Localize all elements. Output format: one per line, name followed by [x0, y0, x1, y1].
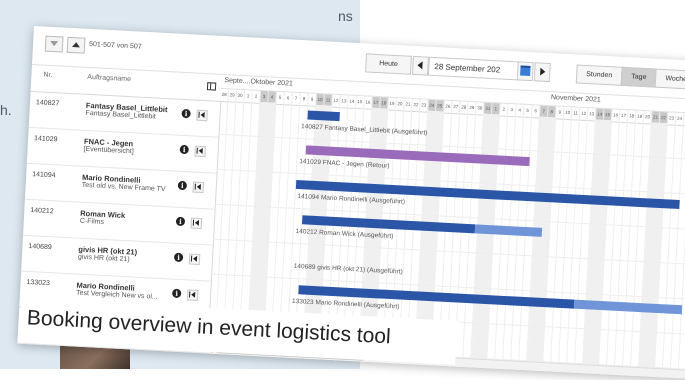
view-weeks-button[interactable]: Wochen: [654, 68, 685, 90]
view-switch: Stunden Tage Wochen: [575, 64, 685, 90]
view-hours-button[interactable]: Stunden: [575, 64, 623, 86]
jump-to-start-icon[interactable]: [196, 109, 208, 122]
jump-to-start-icon[interactable]: [190, 217, 203, 230]
timeline-month-label: Septe....Oktober 2021: [224, 77, 293, 88]
info-icon[interactable]: i: [179, 144, 189, 155]
chevron-right-icon: [540, 67, 546, 76]
row-nr: 141094: [32, 171, 56, 180]
calendar-icon: [520, 65, 531, 77]
info-icon[interactable]: i: [171, 288, 182, 299]
next-button[interactable]: [533, 62, 551, 83]
jump-to-start-icon[interactable]: [192, 181, 205, 194]
timeline-month-label: November 2021: [550, 94, 601, 104]
sort-desc-button[interactable]: [44, 35, 64, 53]
jump-to-start-icon[interactable]: [188, 253, 201, 266]
column-header-name[interactable]: Auftragsname: [87, 74, 131, 83]
chevron-left-icon: [417, 61, 423, 70]
row-subtitle: givis HR (okt 21): [77, 253, 130, 264]
row-nr: 133023: [26, 278, 51, 288]
jump-to-start-icon[interactable]: [194, 145, 206, 158]
previous-button[interactable]: [411, 55, 429, 76]
row-subtitle: [Eventübersicht]: [83, 145, 134, 156]
today-button[interactable]: Heute: [365, 53, 412, 75]
row-subtitle: Test Vergleich New vs ol...: [75, 289, 158, 301]
chevron-down-icon: [49, 40, 59, 47]
booking-bar[interactable]: [307, 110, 340, 122]
row-nr: 141029: [33, 135, 58, 144]
calendar-button[interactable]: [516, 61, 534, 82]
info-icon[interactable]: i: [175, 216, 186, 227]
background-text-fragment: h.: [0, 102, 12, 118]
columns-toggle-icon[interactable]: [206, 82, 217, 91]
jump-to-start-icon[interactable]: [186, 289, 199, 301]
row-nr: 140689: [28, 243, 52, 252]
row-nr: 140212: [30, 207, 54, 216]
row-subtitle: Test old vs. New Frame TV: [81, 181, 166, 194]
info-icon[interactable]: i: [181, 108, 191, 119]
date-field[interactable]: 28 September 202: [427, 56, 522, 81]
info-icon[interactable]: i: [173, 252, 184, 263]
column-header-nr[interactable]: Nr.: [43, 72, 52, 79]
chevron-up-icon: [71, 42, 81, 48]
info-icon[interactable]: i: [177, 180, 188, 191]
row-subtitle: C-Films: [79, 217, 105, 226]
sort-asc-button[interactable]: [66, 36, 86, 54]
background-text-fragment: ns: [338, 8, 353, 24]
sort-buttons: [44, 35, 86, 54]
record-count: 501-507 von 507: [88, 40, 142, 51]
view-days-button[interactable]: Tage: [620, 66, 657, 88]
row-nr: 140827: [35, 99, 60, 108]
